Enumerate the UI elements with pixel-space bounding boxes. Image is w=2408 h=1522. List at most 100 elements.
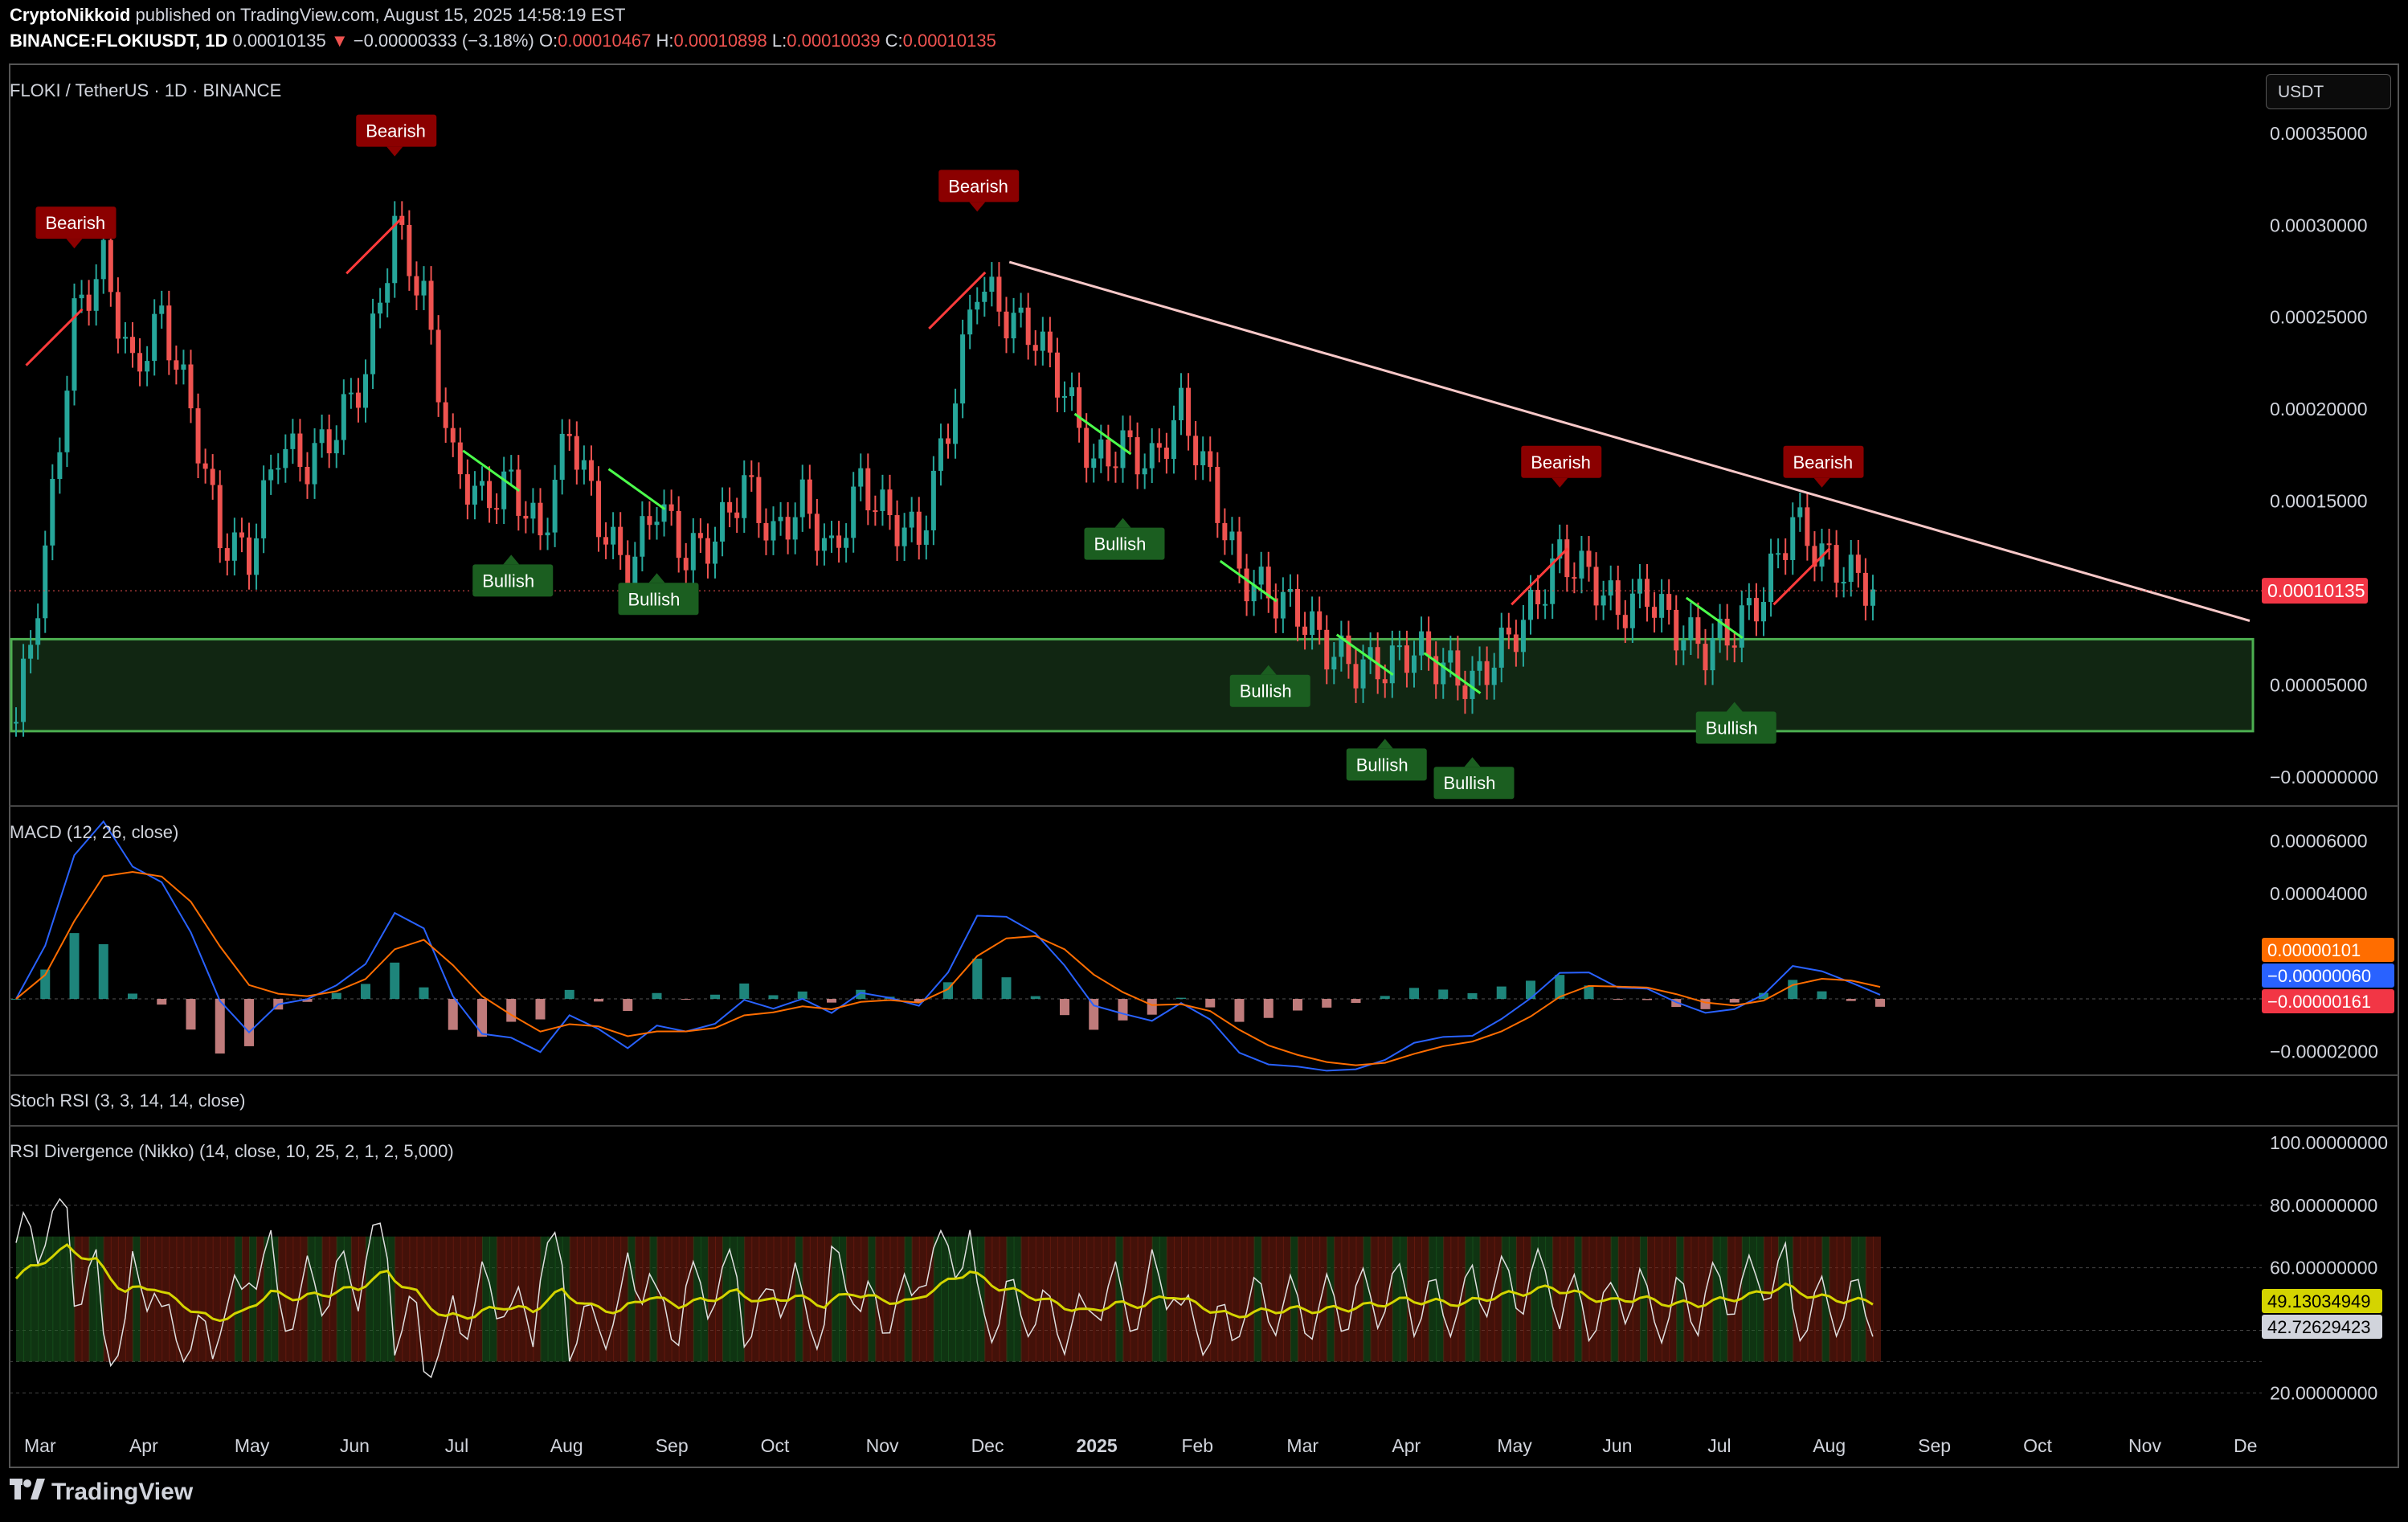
candle-body bbox=[1731, 645, 1737, 648]
x-axis-label: Aug bbox=[1813, 1435, 1846, 1456]
x-axis-label: Apr bbox=[129, 1435, 158, 1456]
macd-legend[interactable]: MACD (12, 26, close) bbox=[10, 822, 178, 843]
candle-body bbox=[1163, 448, 1169, 460]
price-axis-label: 0.00020000 bbox=[2270, 399, 2368, 419]
candle-body bbox=[967, 309, 973, 335]
rsi-band-cell bbox=[948, 1236, 957, 1362]
candle-body bbox=[50, 479, 55, 546]
candle-body bbox=[509, 469, 514, 472]
macd-histogram-bar bbox=[564, 989, 574, 1000]
rsi-band-cell bbox=[1065, 1236, 1073, 1362]
macd-histogram-bar bbox=[186, 999, 196, 1030]
rsi-band-cell bbox=[1006, 1236, 1015, 1362]
rsi-band-cell bbox=[1771, 1236, 1780, 1362]
x-axis-label: Dec bbox=[971, 1435, 1004, 1456]
rsi-band-cell bbox=[1290, 1236, 1298, 1362]
rsi-band-cell bbox=[16, 1236, 25, 1362]
x-axis-label: Jun bbox=[1602, 1435, 1632, 1456]
candle-body bbox=[1528, 589, 1533, 620]
rsi-band-cell bbox=[1094, 1236, 1102, 1362]
candle-body bbox=[566, 433, 572, 436]
candle-body bbox=[1513, 634, 1519, 653]
tradingview-logo[interactable]: TradingView bbox=[10, 1479, 193, 1506]
x-axis-label: Jun bbox=[340, 1435, 370, 1456]
rsi-axis-label: 60.00000000 bbox=[2270, 1258, 2377, 1279]
candle-body bbox=[880, 489, 885, 511]
candle-body bbox=[668, 504, 674, 511]
rsi-band-cell bbox=[1355, 1236, 1364, 1362]
rsi-band-cell bbox=[212, 1236, 221, 1362]
rsi-band-cell bbox=[1268, 1236, 1277, 1362]
macd-axis-label: −0.00002000 bbox=[2270, 1041, 2378, 1062]
rsi-band-cell bbox=[707, 1236, 716, 1362]
rsi-band-cell bbox=[918, 1236, 927, 1362]
rsi-band-cell bbox=[1698, 1236, 1707, 1362]
rsi-band-cell bbox=[1341, 1236, 1350, 1362]
rsi-band-cell bbox=[955, 1236, 964, 1362]
rsi-band-cell bbox=[1246, 1236, 1255, 1362]
candle-body bbox=[749, 475, 754, 477]
candle-body bbox=[152, 313, 157, 362]
candle-body bbox=[901, 527, 907, 546]
rsi-band-cell bbox=[1567, 1236, 1576, 1362]
stoch-rsi-legend[interactable]: Stoch RSI (3, 3, 14, 14, close) bbox=[10, 1090, 245, 1111]
x-axis-label: Feb bbox=[1181, 1435, 1213, 1456]
candle-body bbox=[195, 408, 201, 464]
low-value: 0.00010039 bbox=[787, 31, 881, 51]
tag-pointer bbox=[969, 202, 986, 212]
macd-histogram-bar bbox=[652, 992, 662, 1000]
candle-body bbox=[86, 294, 92, 311]
candle-body bbox=[603, 537, 609, 545]
candle-body bbox=[697, 533, 703, 538]
macd-histogram-bar bbox=[768, 995, 779, 1000]
rsi-value-label: 42.72629423 bbox=[2267, 1317, 2370, 1337]
macd-histogram-bar bbox=[1234, 999, 1245, 1022]
candle-body bbox=[57, 452, 63, 480]
candle-body bbox=[1244, 568, 1249, 602]
tradingview-icon bbox=[10, 1479, 45, 1506]
rsi-band-cell bbox=[1450, 1236, 1459, 1362]
candle-body bbox=[421, 280, 427, 296]
rsi-band-cell bbox=[438, 1236, 447, 1362]
candle-body bbox=[1826, 543, 1832, 546]
candle-body bbox=[14, 722, 18, 724]
candle-body bbox=[1848, 554, 1854, 583]
open-label: O: bbox=[538, 31, 558, 51]
macd-histogram-bar bbox=[1293, 999, 1302, 1011]
candle-body bbox=[181, 364, 186, 370]
candle-body bbox=[1360, 659, 1366, 689]
macd-line bbox=[15, 820, 1881, 1072]
macd-histogram-bar bbox=[1351, 999, 1361, 1003]
macd-histogram-bar bbox=[1613, 999, 1623, 1000]
macd-histogram-bar bbox=[797, 991, 807, 1000]
candle-body bbox=[1608, 580, 1613, 596]
rsi-band-cell bbox=[1057, 1236, 1065, 1362]
macd-histogram-bar bbox=[419, 987, 429, 1000]
candle-body bbox=[385, 283, 390, 303]
macd-histogram-bar bbox=[477, 999, 487, 1037]
rsi-band-cell bbox=[1239, 1236, 1248, 1362]
candle-body bbox=[1841, 582, 1846, 584]
tag-pointer bbox=[1464, 757, 1481, 767]
candle-body bbox=[363, 374, 368, 408]
currency-button[interactable]: USDT bbox=[2266, 74, 2391, 109]
candle-body bbox=[1543, 603, 1548, 606]
rsi-band-cell bbox=[1312, 1236, 1321, 1362]
candle-body bbox=[283, 448, 288, 468]
macd-histogram-bar bbox=[1089, 999, 1099, 1030]
candle-body bbox=[1062, 395, 1067, 398]
author-name[interactable]: CryptoNikkoid bbox=[10, 5, 130, 25]
change-down-icon: ▼ bbox=[330, 31, 349, 51]
candle-body bbox=[480, 481, 484, 486]
candle-body bbox=[647, 516, 652, 526]
candle-body bbox=[640, 516, 645, 557]
rsi-divergence-legend[interactable]: RSI Divergence (Nikko) (14, close, 10, 2… bbox=[10, 1141, 454, 1162]
chart-canvas[interactable]: 0.00035000 0.00030000 0.00025000 0.00020000… bbox=[0, 0, 2408, 1522]
rsi-band-cell bbox=[249, 1236, 258, 1362]
candle-body bbox=[341, 394, 346, 440]
candle-body bbox=[989, 276, 995, 292]
candle-body bbox=[1011, 313, 1016, 339]
macd-axis-label: 0.00004000 bbox=[2270, 883, 2368, 904]
candle-body bbox=[348, 392, 354, 395]
macd-histogram-bar bbox=[535, 999, 546, 1020]
